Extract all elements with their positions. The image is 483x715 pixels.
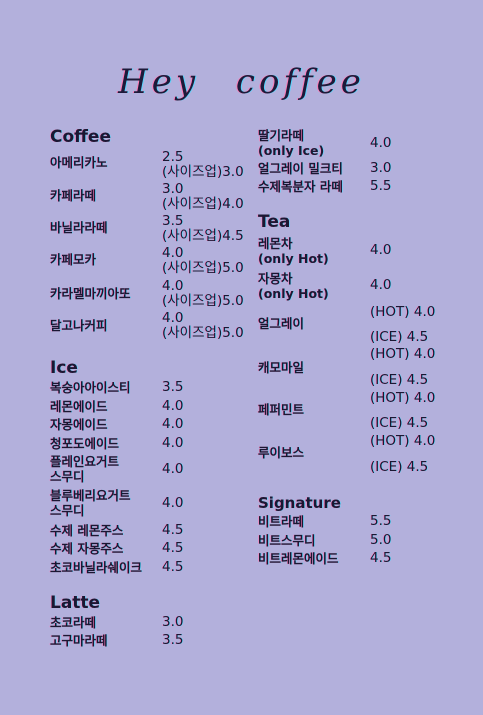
menu-item-name: 고구마라떼 [50, 633, 108, 648]
menu-item-name: 초코라떼 [50, 615, 97, 630]
menu-title: Hey coffee [118, 62, 365, 102]
menu-item-sizeup-price: (사이즈업)4.0 [162, 196, 244, 212]
menu-item-hot-price: (HOT) 4.0 [370, 304, 436, 320]
menu-item-name: 카페라떼 [50, 188, 97, 203]
menu-item-sizeup-price: (사이즈업)5.0 [162, 293, 244, 309]
menu-item-price: 2.5 [162, 149, 184, 165]
menu-item-price: 4.0 [162, 245, 184, 261]
menu-item-name: 비트레몬에이드 [258, 551, 339, 566]
menu-item-name: 자몽차 (only Hot) [258, 271, 329, 301]
menu-item-sizeup-price: (사이즈업)3.0 [162, 164, 244, 180]
menu-item-name: 청포도에이드 [50, 436, 120, 451]
menu-item-sizeup-price: (사이즈업)5.0 [162, 260, 244, 276]
menu-item-name: 카페모카 [50, 252, 97, 267]
signature-heading: Signature [258, 494, 341, 512]
menu-item-price: 3.5 [162, 379, 184, 395]
menu-item-name: 수제복분자 라떼 [258, 179, 343, 194]
menu-item-price: 3.0 [162, 614, 184, 630]
coffee-heading: Coffee [50, 127, 111, 147]
menu-item-price: 3.0 [370, 160, 392, 176]
menu-item-price: 4.0 [370, 135, 392, 151]
menu-item-hot-price: (HOT) 4.0 [370, 390, 436, 406]
menu-item-name: 레몬차 (only Hot) [258, 236, 329, 266]
menu-item-price: 4.5 [162, 559, 184, 575]
menu-item-price: 4.0 [162, 495, 184, 511]
menu-item-name: 자몽에이드 [50, 417, 108, 432]
menu-item-name: 딸기라떼 (only Ice) [258, 128, 325, 158]
menu-item-price: 4.0 [162, 416, 184, 432]
menu-item-price: 4.0 [162, 398, 184, 414]
ice-heading: Ice [50, 358, 78, 378]
menu-item-name: 복숭아아이스티 [50, 380, 131, 395]
menu-item-name: 얼그레이 밀크티 [258, 161, 343, 176]
menu-item-price: 5.5 [370, 178, 392, 194]
menu-item-name: 얼그레이 [258, 316, 305, 331]
menu-item-price: 4.0 [162, 278, 184, 294]
menu-item-price: 4.0 [370, 242, 392, 258]
menu-item-sizeup-price: (사이즈업)4.5 [162, 228, 244, 244]
menu-item-hot-price: (HOT) 4.0 [370, 346, 436, 362]
menu-item-ice-price: (ICE) 4.5 [370, 459, 429, 475]
menu-item-price: 4.5 [162, 522, 184, 538]
menu-item-name: 수제 레몬주스 [50, 523, 124, 538]
menu-item-name: 초코바닐라쉐이크 [50, 560, 143, 575]
menu-item-name: 아메리카노 [50, 155, 108, 170]
menu-item-price: 3.0 [162, 181, 184, 197]
menu-item-name: 캐모마일 [258, 360, 305, 375]
menu-item-sizeup-price: (사이즈업)5.0 [162, 325, 244, 341]
menu-item-price: 4.5 [370, 550, 392, 566]
menu-item-ice-price: (ICE) 4.5 [370, 372, 429, 388]
menu-item-price: 4.0 [162, 461, 184, 477]
menu-item-price: 4.0 [162, 310, 184, 326]
menu-item-name: 달고나커피 [50, 318, 108, 333]
menu-item-ice-price: (ICE) 4.5 [370, 415, 429, 431]
menu-item-name: 블루베리요거트 스무디 [50, 488, 131, 518]
menu-item-price: 3.5 [162, 213, 184, 229]
menu-item-hot-price: (HOT) 4.0 [370, 433, 436, 449]
menu-item-name: 루이보스 [258, 445, 305, 460]
menu-item-name: 레몬에이드 [50, 399, 108, 414]
tea-heading: Tea [258, 212, 291, 232]
menu-item-name: 카라멜마끼아또 [50, 286, 131, 301]
menu-item-ice-price: (ICE) 4.5 [370, 329, 429, 345]
menu-item-price: 4.0 [370, 277, 392, 293]
menu-item-name: 페퍼민트 [258, 402, 305, 417]
menu-item-name: 플레인요거트 스무디 [50, 454, 120, 484]
menu-item-price: 5.0 [370, 532, 392, 548]
menu-item-name: 수제 자몽주스 [50, 541, 124, 556]
menu-item-price: 3.5 [162, 632, 184, 648]
latte-heading: Latte [50, 593, 101, 613]
menu-item-price: 4.0 [162, 435, 184, 451]
menu-item-name: 바닐라라떼 [50, 220, 108, 235]
menu-item-price: 5.5 [370, 513, 392, 529]
menu-item-name: 비트라떼 [258, 514, 305, 529]
menu-item-price: 4.5 [162, 540, 184, 556]
menu-item-name: 비트스무디 [258, 533, 316, 548]
